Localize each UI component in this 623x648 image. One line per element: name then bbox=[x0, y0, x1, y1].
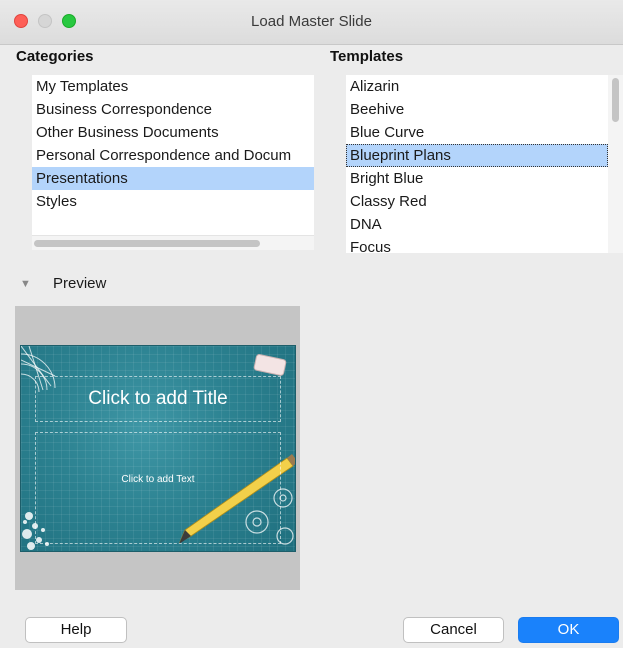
template-item[interactable]: Classy Red bbox=[346, 190, 608, 213]
category-item[interactable]: My Templates bbox=[32, 75, 314, 98]
slide-title-text: Click to add Title bbox=[88, 388, 228, 409]
window-title: Load Master Slide bbox=[251, 13, 372, 30]
category-item[interactable]: Presentations bbox=[32, 167, 314, 190]
category-item[interactable]: Personal Correspondence and Docum bbox=[32, 144, 314, 167]
template-item[interactable]: Blueprint Plans bbox=[346, 144, 608, 167]
scrollbar-thumb[interactable] bbox=[612, 78, 619, 122]
categories-heading: Categories bbox=[16, 48, 94, 65]
templates-vertical-scrollbar[interactable] bbox=[608, 75, 623, 253]
help-button[interactable]: Help bbox=[25, 617, 127, 643]
slide-body-text: Click to add Text bbox=[121, 474, 195, 485]
category-item[interactable]: Styles bbox=[32, 190, 314, 213]
template-item[interactable]: Alizarin bbox=[346, 75, 608, 98]
eraser-icon bbox=[253, 354, 287, 376]
template-item[interactable]: Bright Blue bbox=[346, 167, 608, 190]
categories-horizontal-scrollbar[interactable] bbox=[32, 235, 314, 250]
scrollbar-thumb[interactable] bbox=[34, 240, 260, 247]
category-item[interactable]: Business Correspondence bbox=[32, 98, 314, 121]
categories-list[interactable]: My Templates Business Correspondence Oth… bbox=[32, 75, 314, 249]
template-item[interactable]: Beehive bbox=[346, 98, 608, 121]
slide-preview: Click to add Title Click to add Text bbox=[20, 345, 296, 552]
disclosure-triangle-icon[interactable]: ▼ bbox=[20, 278, 31, 290]
template-item[interactable]: Blue Curve bbox=[346, 121, 608, 144]
text-placeholder bbox=[35, 432, 281, 544]
preview-label: Preview bbox=[53, 275, 107, 292]
template-item[interactable]: Focus bbox=[346, 236, 608, 253]
cancel-button[interactable]: Cancel bbox=[403, 617, 504, 643]
templates-heading: Templates bbox=[330, 48, 404, 65]
category-item[interactable]: Other Business Documents bbox=[32, 121, 314, 144]
ok-button[interactable]: OK bbox=[518, 617, 619, 643]
title-bar: Load Master Slide bbox=[0, 0, 623, 45]
template-item[interactable]: DNA bbox=[346, 213, 608, 236]
templates-list[interactable]: Alizarin Beehive Blue Curve Blueprint Pl… bbox=[346, 75, 608, 253]
